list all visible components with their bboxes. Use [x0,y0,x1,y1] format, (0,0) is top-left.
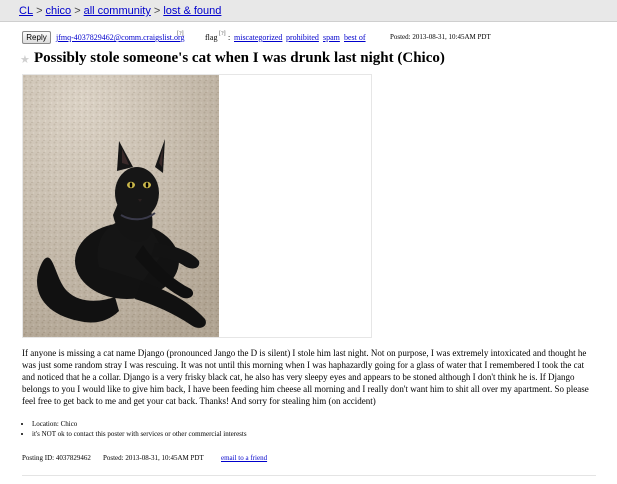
breadcrumb-separator: > [74,5,81,17]
breadcrumb: CL > chico > all community > lost & found [0,0,617,22]
flag-spam-link[interactable]: spam [323,33,340,42]
footer-posted-date: Posted: 2013-08-31, 10:45AM PDT [103,454,204,462]
contact-notice: it's NOT ok to contact this poster with … [32,429,592,439]
image-frame [22,74,372,338]
breadcrumb-separator: > [153,5,161,17]
flag-miscategorized-link[interactable]: miscategorized [234,33,282,42]
flag-best-of-link[interactable]: best of [344,33,366,42]
email-to-friend-link[interactable]: email to a friend [221,454,267,462]
breadcrumb-lost-found[interactable]: lost & found [163,5,221,17]
reply-email-link[interactable]: jfmq-4037829462@comm.craigslist.org [56,33,185,42]
flag-colon: : [228,33,231,42]
footer-divider [22,475,596,476]
flag-prohibited-link[interactable]: prohibited [286,33,319,42]
breadcrumb-chico[interactable]: chico [46,5,72,17]
reply-button[interactable]: Reply [22,31,51,44]
reply-info-link[interactable]: [?] [177,31,184,37]
cat-photo [23,75,219,337]
flag-help-link[interactable]: [?] [219,31,226,37]
breadcrumb-all-community[interactable]: all community [84,5,151,17]
action-bar: Reply jfmq-4037829462@comm.craigslist.or… [22,31,602,46]
location-notice: Location: Chico [32,419,592,429]
star-icon[interactable]: ★ [20,53,30,66]
flag-label: flag [205,33,218,42]
post-footer: Posting ID: 4037829462 Posted: 2013-08-3… [22,454,582,464]
post-notices: Location: Chico it's NOT ok to contact t… [22,419,592,439]
breadcrumb-cl[interactable]: CL [19,5,33,17]
post-body: If anyone is missing a cat name Django (… [22,348,589,406]
posting-id: Posting ID: 4037829462 [22,454,91,462]
posted-date: Posted: 2013-08-31, 10:45AM PDT [390,33,491,41]
page-title: Possibly stole someone's cat when I was … [34,50,445,66]
breadcrumb-separator: > [36,5,43,17]
